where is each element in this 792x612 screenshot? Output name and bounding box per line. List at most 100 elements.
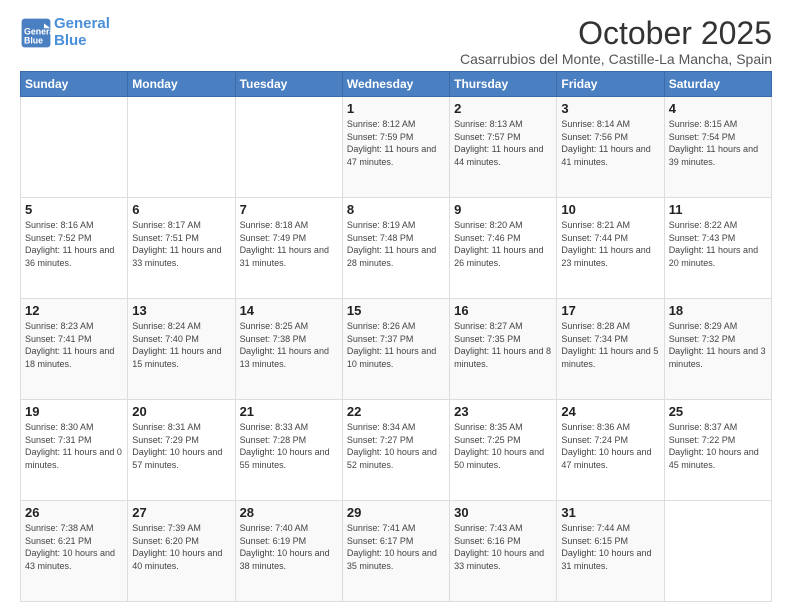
- day-info: Sunrise: 8:22 AM Sunset: 7:43 PM Dayligh…: [669, 219, 767, 269]
- col-friday: Friday: [557, 72, 664, 97]
- day-info: Sunrise: 8:16 AM Sunset: 7:52 PM Dayligh…: [25, 219, 123, 269]
- calendar-cell: 14 Sunrise: 8:25 AM Sunset: 7:38 PM Dayli…: [235, 299, 342, 400]
- calendar-cell: 24 Sunrise: 8:36 AM Sunset: 7:24 PM Dayli…: [557, 400, 664, 501]
- calendar-cell: 18 Sunrise: 8:29 AM Sunset: 7:32 PM Dayli…: [664, 299, 771, 400]
- calendar-cell: 29 Sunrise: 7:41 AM Sunset: 6:17 PM Dayli…: [342, 501, 449, 602]
- day-number: 15: [347, 303, 445, 318]
- day-number: 2: [454, 101, 552, 116]
- calendar-cell: 25 Sunrise: 8:37 AM Sunset: 7:22 PM Dayli…: [664, 400, 771, 501]
- calendar-week-3: 19Sunrise: 8:30 AM Sunset: 7:31 PM Dayli…: [21, 400, 772, 501]
- day-info: Sunrise: 8:20 AM Sunset: 7:46 PM Dayligh…: [454, 219, 552, 269]
- location-subtitle: Casarrubios del Monte, Castille-La Manch…: [460, 51, 772, 67]
- day-number: 25: [669, 404, 767, 419]
- day-info: Sunrise: 8:21 AM Sunset: 7:44 PM Dayligh…: [561, 219, 659, 269]
- calendar-cell: 10 Sunrise: 8:21 AM Sunset: 7:44 PM Dayli…: [557, 198, 664, 299]
- day-number: 11: [669, 202, 767, 217]
- day-number: 27: [132, 505, 230, 520]
- day-info: Sunrise: 8:28 AM Sunset: 7:34 PM Dayligh…: [561, 320, 659, 370]
- col-tuesday: Tuesday: [235, 72, 342, 97]
- calendar-week-4: 26 Sunrise: 7:38 AM Sunset: 6:21 PM Dayli…: [21, 501, 772, 602]
- day-number: 17: [561, 303, 659, 318]
- day-number: 16: [454, 303, 552, 318]
- day-info: Sunrise: 8:19 AM Sunset: 7:48 PM Dayligh…: [347, 219, 445, 269]
- logo-line2: Blue: [54, 32, 87, 49]
- calendar-cell: 19Sunrise: 8:30 AM Sunset: 7:31 PM Dayli…: [21, 400, 128, 501]
- day-number: 1: [347, 101, 445, 116]
- col-monday: Monday: [128, 72, 235, 97]
- day-number: 14: [240, 303, 338, 318]
- day-info: Sunrise: 8:35 AM Sunset: 7:25 PM Dayligh…: [454, 421, 552, 471]
- day-info: Sunrise: 8:18 AM Sunset: 7:49 PM Dayligh…: [240, 219, 338, 269]
- day-number: 29: [347, 505, 445, 520]
- calendar-cell: [128, 97, 235, 198]
- day-info: Sunrise: 7:38 AM Sunset: 6:21 PM Dayligh…: [25, 522, 123, 572]
- calendar-cell: 4 Sunrise: 8:15 AM Sunset: 7:54 PM Daylig…: [664, 97, 771, 198]
- header: General Blue General Blue October 2025 C…: [20, 16, 772, 67]
- day-info: Sunrise: 8:15 AM Sunset: 7:54 PM Dayligh…: [669, 118, 767, 168]
- calendar-cell: 26 Sunrise: 7:38 AM Sunset: 6:21 PM Dayli…: [21, 501, 128, 602]
- day-info: Sunrise: 8:31 AM Sunset: 7:29 PM Dayligh…: [132, 421, 230, 471]
- day-info: Sunrise: 8:23 AM Sunset: 7:41 PM Dayligh…: [25, 320, 123, 370]
- calendar-cell: [235, 97, 342, 198]
- day-number: 23: [454, 404, 552, 419]
- day-number: 4: [669, 101, 767, 116]
- day-info: Sunrise: 7:41 AM Sunset: 6:17 PM Dayligh…: [347, 522, 445, 572]
- calendar-cell: 27Sunrise: 7:39 AM Sunset: 6:20 PM Dayli…: [128, 501, 235, 602]
- calendar-week-2: 12 Sunrise: 8:23 AM Sunset: 7:41 PM Dayli…: [21, 299, 772, 400]
- calendar-cell: 28 Sunrise: 7:40 AM Sunset: 6:19 PM Dayli…: [235, 501, 342, 602]
- day-info: Sunrise: 8:27 AM Sunset: 7:35 PM Dayligh…: [454, 320, 552, 370]
- day-number: 20: [132, 404, 230, 419]
- day-number: 22: [347, 404, 445, 419]
- calendar-cell: 5 Sunrise: 8:16 AM Sunset: 7:52 PM Daylig…: [21, 198, 128, 299]
- calendar-cell: 21Sunrise: 8:33 AM Sunset: 7:28 PM Dayli…: [235, 400, 342, 501]
- day-number: 5: [25, 202, 123, 217]
- col-saturday: Saturday: [664, 72, 771, 97]
- title-block: October 2025 Casarrubios del Monte, Cast…: [460, 16, 772, 67]
- day-number: 9: [454, 202, 552, 217]
- day-number: 28: [240, 505, 338, 520]
- day-number: 24: [561, 404, 659, 419]
- day-info: Sunrise: 8:13 AM Sunset: 7:57 PM Dayligh…: [454, 118, 552, 168]
- day-number: 18: [669, 303, 767, 318]
- logo: General Blue General Blue: [20, 16, 110, 49]
- calendar-cell: 12 Sunrise: 8:23 AM Sunset: 7:41 PM Dayli…: [21, 299, 128, 400]
- calendar-header: Sunday Monday Tuesday Wednesday Thursday…: [21, 72, 772, 97]
- day-info: Sunrise: 7:40 AM Sunset: 6:19 PM Dayligh…: [240, 522, 338, 572]
- calendar-cell: 3Sunrise: 8:14 AM Sunset: 7:56 PM Daylig…: [557, 97, 664, 198]
- day-info: Sunrise: 8:36 AM Sunset: 7:24 PM Dayligh…: [561, 421, 659, 471]
- calendar-cell: 9 Sunrise: 8:20 AM Sunset: 7:46 PM Daylig…: [450, 198, 557, 299]
- calendar-cell: 8 Sunrise: 8:19 AM Sunset: 7:48 PM Daylig…: [342, 198, 449, 299]
- calendar-cell: 23 Sunrise: 8:35 AM Sunset: 7:25 PM Dayli…: [450, 400, 557, 501]
- day-number: 12: [25, 303, 123, 318]
- day-number: 26: [25, 505, 123, 520]
- day-info: Sunrise: 8:34 AM Sunset: 7:27 PM Dayligh…: [347, 421, 445, 471]
- calendar-cell: 31Sunrise: 7:44 AM Sunset: 6:15 PM Dayli…: [557, 501, 664, 602]
- logo-icon: General Blue: [20, 17, 52, 49]
- header-row: Sunday Monday Tuesday Wednesday Thursday…: [21, 72, 772, 97]
- calendar-cell: 16 Sunrise: 8:27 AM Sunset: 7:35 PM Dayli…: [450, 299, 557, 400]
- day-number: 19: [25, 404, 123, 419]
- calendar-cell: 1Sunrise: 8:12 AM Sunset: 7:59 PM Daylig…: [342, 97, 449, 198]
- calendar-cell: 11 Sunrise: 8:22 AM Sunset: 7:43 PM Dayli…: [664, 198, 771, 299]
- calendar-cell: 6Sunrise: 8:17 AM Sunset: 7:51 PM Daylig…: [128, 198, 235, 299]
- day-info: Sunrise: 8:24 AM Sunset: 7:40 PM Dayligh…: [132, 320, 230, 370]
- svg-text:Blue: Blue: [24, 35, 43, 45]
- day-number: 10: [561, 202, 659, 217]
- day-number: 8: [347, 202, 445, 217]
- calendar-cell: [21, 97, 128, 198]
- day-number: 7: [240, 202, 338, 217]
- calendar-cell: 7 Sunrise: 8:18 AM Sunset: 7:49 PM Daylig…: [235, 198, 342, 299]
- day-info: Sunrise: 8:14 AM Sunset: 7:56 PM Dayligh…: [561, 118, 659, 168]
- day-info: Sunrise: 8:29 AM Sunset: 7:32 PM Dayligh…: [669, 320, 767, 370]
- month-title: October 2025: [460, 16, 772, 51]
- calendar-week-0: 1Sunrise: 8:12 AM Sunset: 7:59 PM Daylig…: [21, 97, 772, 198]
- calendar-body: 1Sunrise: 8:12 AM Sunset: 7:59 PM Daylig…: [21, 97, 772, 602]
- calendar-table: Sunday Monday Tuesday Wednesday Thursday…: [20, 71, 772, 602]
- day-info: Sunrise: 8:25 AM Sunset: 7:38 PM Dayligh…: [240, 320, 338, 370]
- calendar-cell: 13Sunrise: 8:24 AM Sunset: 7:40 PM Dayli…: [128, 299, 235, 400]
- calendar-cell: 30Sunrise: 7:43 AM Sunset: 6:16 PM Dayli…: [450, 501, 557, 602]
- logo-text: General Blue: [54, 16, 110, 49]
- calendar-cell: 20 Sunrise: 8:31 AM Sunset: 7:29 PM Dayli…: [128, 400, 235, 501]
- day-info: Sunrise: 8:37 AM Sunset: 7:22 PM Dayligh…: [669, 421, 767, 471]
- calendar-cell: [664, 501, 771, 602]
